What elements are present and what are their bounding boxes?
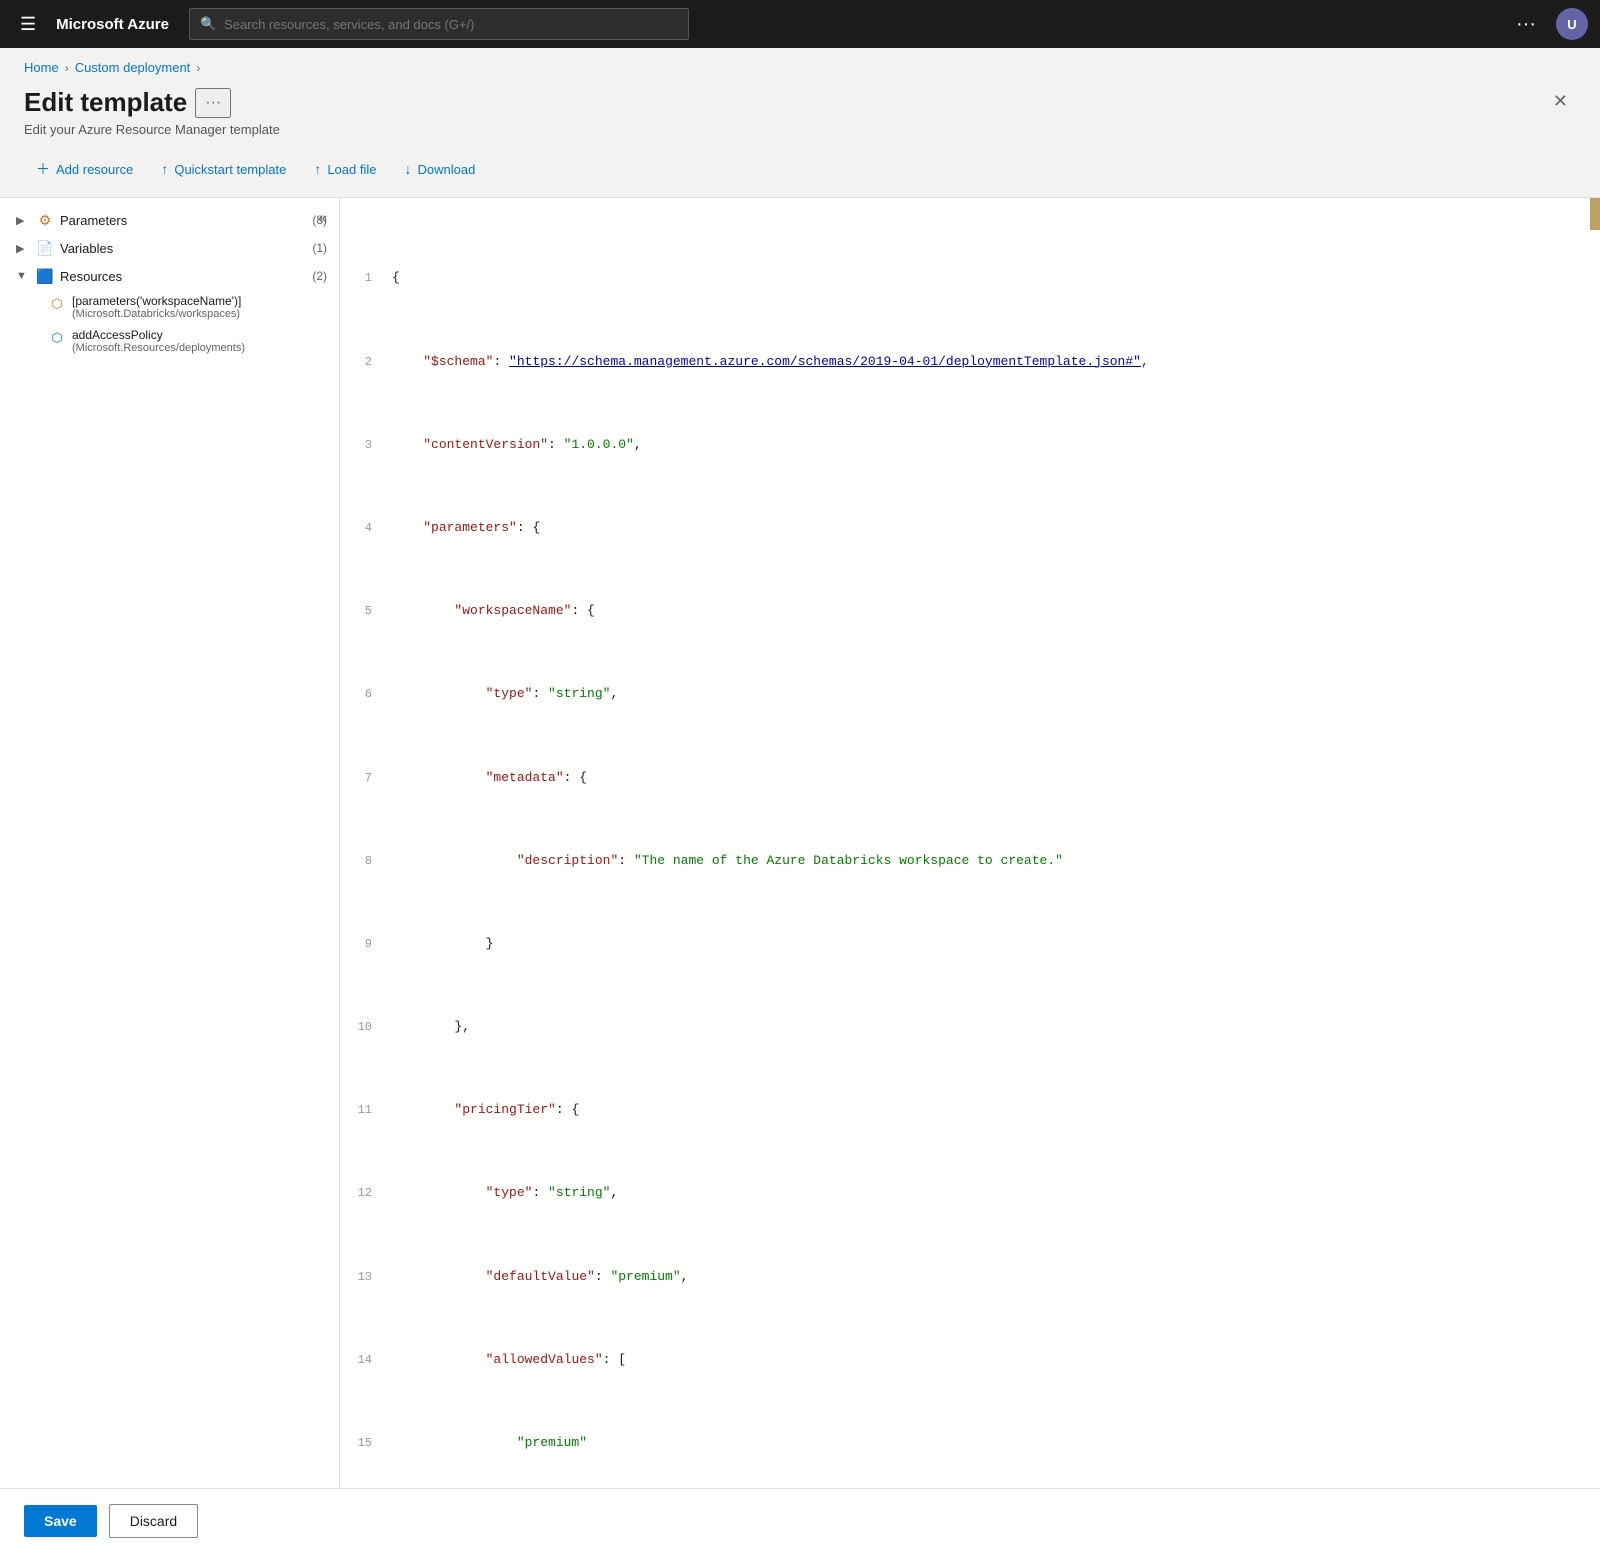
code-line-9: 9 }	[340, 934, 1600, 955]
breadcrumb: Home › Custom deployment ›	[0, 48, 1600, 75]
quickstart-template-label: Quickstart template	[174, 162, 286, 177]
left-panel: « ▶ ⚙ Parameters (8) ▶ 📄 Variables (1) ▼…	[0, 198, 340, 1540]
scroll-indicator	[1590, 198, 1600, 230]
code-editor[interactable]: 1 { 2 "$schema": "https://schema.managem…	[340, 198, 1600, 1540]
code-line-6: 6 "type": "string",	[340, 684, 1600, 705]
resources-icon: 🟦	[36, 267, 54, 285]
plus-icon: ＋	[36, 159, 50, 179]
editor-area[interactable]: 1 { 2 "$schema": "https://schema.managem…	[340, 198, 1600, 1540]
page-subtitle: Edit your Azure Resource Manager templat…	[0, 118, 1600, 137]
chevron-right-icon: ▶	[16, 214, 30, 227]
breadcrumb-sep-2: ›	[196, 61, 200, 75]
brand-title: Microsoft Azure	[56, 16, 169, 33]
close-button[interactable]: ✕	[1545, 87, 1576, 116]
code-line-15: 15 "premium"	[340, 1433, 1600, 1454]
code-line-2: 2 "$schema": "https://schema.management.…	[340, 352, 1600, 373]
tree-child-resource2[interactable]: ⬡ addAccessPolicy (Microsoft.Resources/d…	[0, 324, 339, 358]
code-line-4: 4 "parameters": {	[340, 518, 1600, 539]
load-icon: ↑	[314, 161, 321, 177]
code-line-5: 5 "workspaceName": {	[340, 601, 1600, 622]
load-file-button[interactable]: ↑ Load file	[302, 155, 388, 183]
code-line-13: 13 "defaultValue": "premium",	[340, 1267, 1600, 1288]
code-line-11: 11 "pricingTier": {	[340, 1100, 1600, 1121]
download-label: Download	[417, 162, 475, 177]
resources-count: (2)	[312, 269, 327, 283]
discard-button[interactable]: Discard	[109, 1504, 198, 1538]
databricks-icon: ⬡	[48, 295, 66, 313]
top-navigation: ☰ Microsoft Azure 🔍 ··· U	[0, 0, 1600, 48]
collapse-panel-button[interactable]: «	[314, 206, 331, 232]
page-title: Edit template	[24, 87, 187, 118]
nav-more-icon[interactable]: ···	[1508, 5, 1544, 44]
load-file-label: Load file	[327, 162, 376, 177]
add-resource-label: Add resource	[56, 162, 133, 177]
download-icon: ↓	[404, 161, 411, 177]
resource2-type: (Microsoft.Resources/deployments)	[72, 342, 245, 354]
hamburger-menu-icon[interactable]: ☰	[12, 6, 44, 43]
tree-child-resource1[interactable]: ⬡ [parameters('workspaceName')] (Microso…	[0, 290, 339, 324]
chevron-down-icon-resources: ▼	[16, 270, 30, 282]
save-button[interactable]: Save	[24, 1505, 97, 1537]
add-resource-button[interactable]: ＋ Add resource	[24, 153, 145, 185]
page-header: Edit template ··· ✕	[0, 75, 1600, 118]
breadcrumb-home[interactable]: Home	[24, 60, 59, 75]
search-icon: 🔍	[200, 16, 216, 32]
resource1-type: (Microsoft.Databricks/workspaces)	[72, 308, 241, 320]
more-options-button[interactable]: ···	[195, 88, 231, 118]
code-line-10: 10 },	[340, 1017, 1600, 1038]
resource1-name: [parameters('workspaceName')]	[72, 294, 241, 308]
variables-label: Variables	[60, 241, 306, 256]
upload-icon: ↑	[161, 161, 168, 177]
breadcrumb-custom-deployment[interactable]: Custom deployment	[75, 60, 191, 75]
code-line-1: 1 {	[340, 268, 1600, 289]
code-line-14: 14 "allowedValues": [	[340, 1350, 1600, 1371]
global-search-bar[interactable]: 🔍	[189, 8, 689, 40]
deployment-icon: ⬡	[48, 329, 66, 347]
resource2-name: addAccessPolicy	[72, 328, 245, 342]
code-line-12: 12 "type": "string",	[340, 1183, 1600, 1204]
avatar[interactable]: U	[1556, 8, 1588, 40]
editor-scroll[interactable]: 1 { 2 "$schema": "https://schema.managem…	[340, 198, 1600, 1540]
bottom-bar: Save Discard	[0, 1488, 1600, 1552]
quickstart-template-button[interactable]: ↑ Quickstart template	[149, 155, 298, 183]
code-line-8: 8 "description": "The name of the Azure …	[340, 851, 1600, 872]
code-line-7: 7 "metadata": {	[340, 768, 1600, 789]
variables-icon: 📄	[36, 239, 54, 257]
breadcrumb-sep-1: ›	[65, 61, 69, 75]
search-input[interactable]	[224, 17, 678, 32]
resources-label: Resources	[60, 269, 306, 284]
variables-count: (1)	[312, 241, 327, 255]
parameters-icon: ⚙	[36, 211, 54, 229]
tree-item-parameters[interactable]: ▶ ⚙ Parameters (8)	[0, 206, 339, 234]
download-button[interactable]: ↓ Download	[392, 155, 487, 183]
tree-item-resources[interactable]: ▼ 🟦 Resources (2)	[0, 262, 339, 290]
main-content: « ▶ ⚙ Parameters (8) ▶ 📄 Variables (1) ▼…	[0, 198, 1600, 1540]
toolbar: ＋ Add resource ↑ Quickstart template ↑ L…	[0, 137, 1600, 198]
chevron-right-icon-vars: ▶	[16, 242, 30, 255]
tree-item-variables[interactable]: ▶ 📄 Variables (1)	[0, 234, 339, 262]
parameters-label: Parameters	[60, 213, 306, 228]
code-line-3: 3 "contentVersion": "1.0.0.0",	[340, 435, 1600, 456]
